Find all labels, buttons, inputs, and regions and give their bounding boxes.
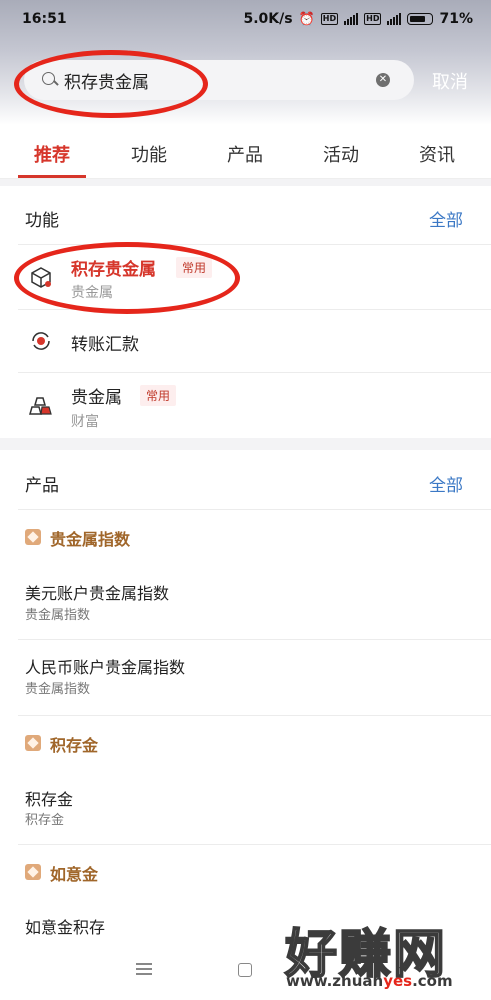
battery-icon bbox=[407, 13, 434, 25]
function-item-jicun-guijinshu[interactable]: 积存贵金属 常用 贵金属 bbox=[0, 245, 491, 309]
product-title: 积存金 bbox=[25, 790, 74, 809]
cancel-button[interactable]: 取消 bbox=[432, 68, 468, 94]
product-item[interactable]: 人民币账户贵金属指数 贵金属指数 bbox=[0, 640, 491, 715]
search-row: 积存贵金属 ✕ 取消 bbox=[0, 58, 491, 102]
signal-icon-2 bbox=[387, 13, 402, 25]
site-watermark: 好赚网 www.zhuanyes.com bbox=[282, 912, 482, 992]
box-icon bbox=[31, 267, 51, 288]
status-bar: 16:51 5.0K/s ⏰ HD HD 71% bbox=[0, 0, 491, 38]
gold-bars-icon bbox=[29, 397, 52, 415]
home-icon[interactable] bbox=[238, 963, 252, 977]
tab-bar: 推荐 功能 产品 活动 资讯 bbox=[0, 125, 491, 179]
products-more-link[interactable]: 全部 bbox=[429, 471, 463, 496]
frequent-tag: 常用 bbox=[176, 257, 213, 278]
category-icon bbox=[25, 864, 41, 880]
product-subtitle: 贵金属指数 bbox=[25, 608, 91, 623]
products-section: 产品 全部 贵金属指数 美元账户贵金属指数 贵金属指数 人民币账户贵金属指数 贵… bbox=[0, 450, 491, 946]
active-tab-indicator bbox=[18, 175, 86, 178]
functions-title: 功能 bbox=[25, 211, 59, 231]
product-subtitle: 贵金属指数 bbox=[25, 682, 91, 697]
function-subtitle: 贵金属 bbox=[71, 285, 113, 301]
transfer-icon bbox=[32, 332, 50, 350]
tab-news[interactable]: 资讯 bbox=[419, 141, 455, 167]
function-title: 转账汇款 bbox=[71, 335, 139, 355]
hd-icon: HD bbox=[320, 13, 339, 25]
clear-icon[interactable]: ✕ bbox=[376, 73, 390, 87]
product-title: 美元账户贵金属指数 bbox=[25, 584, 170, 603]
frequent-tag: 常用 bbox=[140, 385, 177, 406]
tab-activities[interactable]: 活动 bbox=[323, 141, 359, 167]
tab-products[interactable]: 产品 bbox=[227, 141, 263, 167]
divider bbox=[18, 715, 491, 716]
watermark-url: www.zhuanyes.com bbox=[286, 972, 453, 990]
category-icon bbox=[25, 529, 41, 545]
products-title: 产品 bbox=[25, 476, 59, 496]
search-input[interactable]: 积存贵金属 ✕ bbox=[24, 60, 414, 100]
divider bbox=[18, 509, 491, 510]
search-query: 积存贵金属 bbox=[64, 72, 149, 93]
function-item-precious-metals[interactable]: 贵金属 常用 财富 bbox=[0, 373, 491, 438]
product-subtitle: 积存金 bbox=[25, 813, 65, 828]
product-title: 如意金积存 bbox=[25, 918, 106, 937]
tab-functions[interactable]: 功能 bbox=[131, 141, 167, 167]
category-icon bbox=[25, 735, 41, 751]
product-title: 人民币账户贵金属指数 bbox=[25, 658, 186, 677]
category-title: 贵金属指数 bbox=[50, 530, 131, 549]
function-title: 积存贵金属 bbox=[71, 260, 156, 280]
tab-recommend[interactable]: 推荐 bbox=[34, 141, 70, 167]
divider bbox=[18, 844, 491, 845]
search-icon bbox=[42, 72, 58, 88]
function-title: 贵金属 bbox=[71, 388, 122, 408]
functions-more-link[interactable]: 全部 bbox=[429, 206, 463, 231]
hd-icon-2: HD bbox=[364, 13, 382, 25]
category-title: 积存金 bbox=[50, 736, 99, 755]
product-item[interactable]: 美元账户贵金属指数 贵金属指数 bbox=[0, 568, 491, 640]
status-time: 16:51 bbox=[22, 11, 67, 27]
category-title: 如意金 bbox=[50, 865, 99, 884]
alarm-icon: ⏰ bbox=[298, 11, 315, 27]
product-item[interactable]: 积存金 积存金 bbox=[0, 774, 491, 844]
function-item-transfer[interactable]: 转账汇款 bbox=[0, 310, 491, 372]
functions-section: 功能 全部 积存贵金属 常用 贵金属 转账汇款 贵金属 常用 财富 bbox=[0, 186, 491, 438]
net-speed: 5.0K/s bbox=[243, 11, 293, 27]
menu-icon[interactable] bbox=[136, 963, 152, 975]
function-subtitle: 财富 bbox=[71, 414, 99, 430]
battery-level: 71% bbox=[439, 11, 473, 27]
signal-icon bbox=[344, 13, 359, 25]
